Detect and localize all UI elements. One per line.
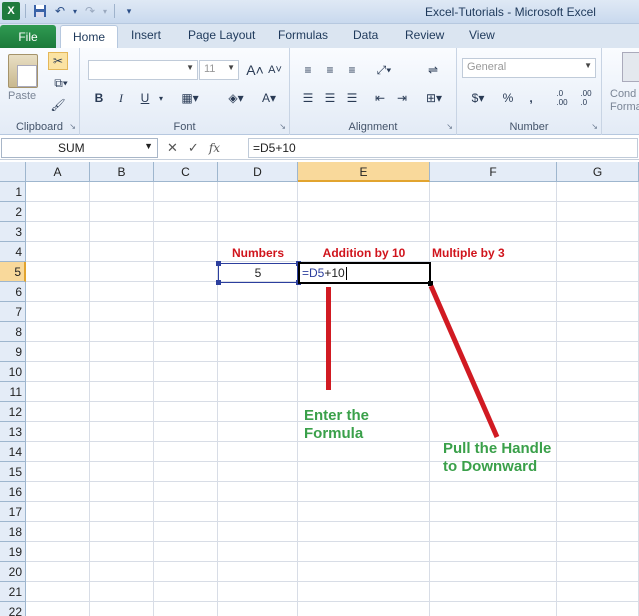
annotation-line-handle [428, 284, 500, 439]
annotation-pull-handle: Pull the Handle to Downward [443, 440, 551, 476]
annotation-enter-formula-line2: Formula [304, 425, 364, 442]
annotation-pull-handle-line2: to Downward [443, 458, 538, 475]
excel-window: X ↶ ▾ ↷ ▾ ▾ Excel-Tutorials - Microsoft … [0, 0, 639, 616]
annotation-arrow-svg [428, 284, 500, 439]
annotation-enter-formula-line1: Enter the [304, 407, 370, 424]
annotation-pull-handle-line1: Pull the Handle [443, 440, 552, 457]
annotation-enter-formula: Enter the Formula [304, 407, 369, 443]
